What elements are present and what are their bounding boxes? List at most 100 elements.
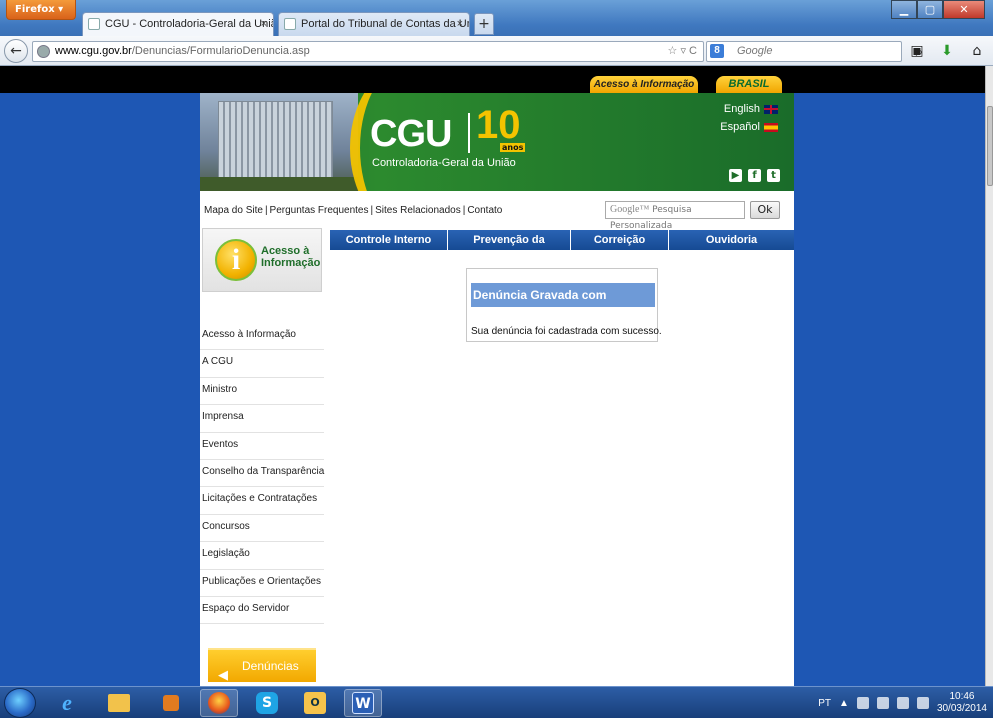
lang-english-link[interactable]: English bbox=[724, 103, 778, 115]
building-ground bbox=[200, 177, 358, 191]
google-brand: Google™ bbox=[610, 204, 650, 215]
google-icon[interactable]: 8 bbox=[710, 44, 724, 58]
nav-tools: ▣ ⬇ ⌂ bbox=[907, 42, 987, 60]
scrollbar-thumb[interactable] bbox=[987, 106, 993, 186]
download-icon[interactable]: ⬇ bbox=[937, 42, 957, 60]
acesso-informacao-link[interactable]: Acesso à Informação bbox=[590, 76, 698, 93]
denuncias-button[interactable]: ◀ Denúncias bbox=[208, 648, 316, 682]
close-window-icon[interactable]: ✕ bbox=[943, 0, 985, 19]
page-scrollbar[interactable] bbox=[985, 66, 993, 686]
word-logo: W bbox=[352, 692, 374, 714]
brasil-link[interactable]: BRASIL bbox=[716, 76, 782, 93]
cgu-logo[interactable]: CGU bbox=[370, 113, 452, 156]
explorer-icon[interactable] bbox=[100, 689, 138, 717]
nav-item-acesso-informacao[interactable]: Acesso à Informação bbox=[200, 323, 324, 351]
maximize-icon[interactable]: ▢ bbox=[917, 0, 943, 19]
nav-item-ministro[interactable]: Ministro bbox=[200, 378, 324, 406]
clock-date: 30/03/2014 bbox=[936, 703, 987, 714]
building-facade bbox=[218, 101, 333, 181]
home-icon[interactable]: ⌂ bbox=[967, 42, 987, 60]
network-icon[interactable] bbox=[876, 697, 889, 709]
start-button[interactable] bbox=[4, 688, 36, 718]
firefox-logo-icon bbox=[208, 692, 230, 714]
firefox-icon[interactable] bbox=[200, 689, 238, 717]
nav-item-imprensa[interactable]: Imprensa bbox=[200, 405, 324, 433]
link-contato[interactable]: Contato bbox=[467, 205, 502, 216]
search-placeholder: Google bbox=[737, 45, 773, 57]
header-banner: CGU 10 anos Controladoria-Geral da União… bbox=[200, 93, 794, 191]
word-icon[interactable]: W bbox=[344, 689, 382, 717]
media-icon bbox=[163, 695, 179, 711]
url-host: www.cgu.gov.br bbox=[55, 45, 132, 57]
link-mapa-do-site[interactable]: Mapa do Site bbox=[204, 205, 263, 216]
outlook-icon[interactable]: O bbox=[296, 689, 334, 717]
clock[interactable]: 10:46 30/03/2014 bbox=[937, 691, 987, 715]
link-separator: | bbox=[462, 205, 466, 216]
left-nav: Acesso à Informação A CGU Ministro Impre… bbox=[200, 323, 324, 625]
youtube-icon[interactable]: ▶ bbox=[729, 169, 742, 182]
nav-item-conselho-transparencia[interactable]: Conselho da Transparência bbox=[200, 460, 324, 488]
tab-tcu[interactable]: Portal do Tribunal de Contas da União × bbox=[278, 12, 470, 36]
lang-english-label: English bbox=[723, 103, 760, 115]
internet-explorer-icon[interactable]: e bbox=[48, 689, 86, 717]
logo-10-anos: 10 bbox=[476, 103, 521, 147]
site-search-input[interactable]: Google™ Pesquisa Personalizada bbox=[605, 201, 745, 231]
show-hidden-icons[interactable]: ▲ bbox=[839, 698, 849, 709]
spain-flag-icon bbox=[764, 122, 778, 132]
link-separator: | bbox=[264, 205, 268, 216]
tab-correicao[interactable]: Correição bbox=[571, 230, 669, 250]
input-language[interactable]: PT bbox=[818, 698, 831, 709]
link-perguntas-frequentes[interactable]: Perguntas Frequentes bbox=[270, 205, 369, 216]
firefox-menu-button[interactable]: Firefox ▾ bbox=[6, 0, 76, 20]
signal-icon[interactable] bbox=[856, 697, 869, 709]
web-page: Acesso à Informação BRASIL CGU 10 anos C… bbox=[0, 66, 993, 686]
nav-item-publicacoes[interactable]: Publicações e Orientações bbox=[200, 570, 324, 597]
tab-title: Portal do Tribunal de Contas da União bbox=[301, 18, 470, 30]
megaphone-icon: ◀ bbox=[218, 667, 228, 682]
lang-espanol-label: Español bbox=[720, 121, 760, 133]
nav-item-concursos[interactable]: Concursos bbox=[200, 515, 324, 543]
tab-controle-interno[interactable]: Controle Interno bbox=[330, 230, 448, 250]
new-tab-button[interactable]: + bbox=[474, 13, 494, 35]
success-message-box: Denúncia Gravada com sucesso Sua denúnci… bbox=[466, 268, 662, 342]
nav-item-licitacoes[interactable]: Licitações e Contratações bbox=[200, 487, 324, 515]
social-links: ▶ f t bbox=[729, 169, 780, 182]
nav-item-legislacao[interactable]: Legislação bbox=[200, 542, 324, 570]
logo-divider bbox=[468, 113, 470, 153]
uk-flag-icon bbox=[764, 104, 778, 114]
skype-icon[interactable]: S bbox=[248, 689, 286, 717]
tab-cgu[interactable]: CGU - Controladoria-Geral da União × bbox=[82, 12, 274, 36]
page-icon bbox=[88, 18, 100, 30]
acesso-informacao-box[interactable]: i Acesso à Informação bbox=[202, 228, 322, 292]
url-path: /Denuncias/FormularioDenuncia.asp bbox=[131, 45, 310, 57]
address-bar[interactable]: www.cgu.gov.br/Denuncias/FormularioDenun… bbox=[32, 41, 704, 62]
nav-item-eventos[interactable]: Eventos bbox=[200, 433, 324, 460]
message-text: Sua denúncia foi cadastrada com sucesso. bbox=[471, 326, 662, 337]
lang-espanol-link[interactable]: Español bbox=[720, 121, 778, 133]
main-menu: Controle Interno Prevenção da Corrupção … bbox=[330, 230, 794, 266]
tab-ouvidoria[interactable]: Ouvidoria bbox=[669, 230, 794, 250]
system-tray: PT ▲ 10:46 30/03/2014 bbox=[818, 691, 987, 715]
info-icon: i bbox=[215, 239, 257, 281]
volume-icon[interactable] bbox=[916, 697, 929, 709]
link-separator: | bbox=[370, 205, 374, 216]
search-bar[interactable]: 8 Google ⌕ bbox=[706, 41, 923, 62]
power-icon[interactable] bbox=[896, 697, 909, 709]
top-links: Mapa do Site | Perguntas Frequentes | Sites … bbox=[204, 205, 502, 216]
nav-item-espaco-servidor[interactable]: Espaço do Servidor bbox=[200, 597, 324, 625]
back-button[interactable]: ← bbox=[4, 39, 28, 63]
twitter-icon[interactable]: t bbox=[767, 169, 780, 182]
close-tab-icon[interactable]: × bbox=[261, 13, 267, 35]
tab-title: CGU - Controladoria-Geral da União bbox=[105, 18, 274, 30]
close-tab-icon[interactable]: × bbox=[457, 13, 463, 35]
link-sites-relacionados[interactable]: Sites Relacionados bbox=[375, 205, 461, 216]
media-player-icon[interactable] bbox=[152, 689, 190, 717]
skype-logo: S bbox=[256, 692, 278, 714]
facebook-icon[interactable]: f bbox=[748, 169, 761, 182]
nav-item-a-cgu[interactable]: A CGU bbox=[200, 350, 324, 378]
bookmark-reload-icons[interactable]: ☆ ▿ C bbox=[668, 42, 697, 61]
search-ok-button[interactable]: Ok bbox=[750, 201, 780, 219]
minimize-icon[interactable]: ▁ bbox=[891, 0, 917, 19]
bookmarks-icon[interactable]: ▣ bbox=[907, 42, 927, 60]
tab-prevencao-corrupcao[interactable]: Prevenção da Corrupção bbox=[448, 230, 571, 266]
